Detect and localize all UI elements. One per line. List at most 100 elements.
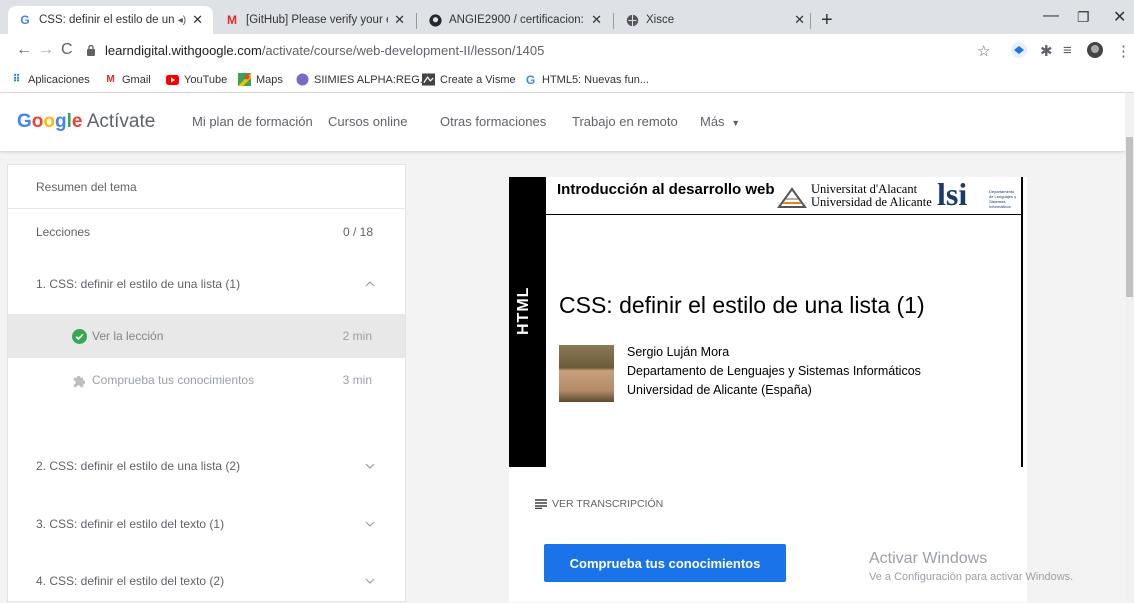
minimize-icon[interactable]: — [1043, 7, 1059, 25]
tab-active[interactable]: G CSS: definir el estilo de una l ◂) ✕ [8, 6, 213, 34]
lock-icon[interactable] [86, 44, 96, 56]
lesson-card: HTML Introducción al desarrollo web Univ… [509, 177, 1027, 602]
topic-summary-label: Resumen del tema [36, 179, 137, 194]
puzzle-extensions-icon[interactable]: ✱ [1040, 42, 1053, 60]
bookmarks-bar: ⠿ Aplicaciones M Gmail YouTube Maps SIIM… [0, 68, 1134, 93]
subitem-label: Ver la lección [92, 329, 164, 343]
module-2[interactable]: 2. CSS: definir el estilo de una lista (… [8, 444, 405, 488]
tab-separator [416, 13, 417, 29]
tab-xisce[interactable]: Xisce ✕ [615, 6, 815, 34]
toolbar: ← → C learndigital.withgoogle.com/activa… [0, 34, 1134, 68]
module-title: 3. CSS: definir el estilo del texto (1) [36, 517, 225, 531]
close-tab-icon[interactable]: ✕ [394, 12, 405, 28]
bookmark-label: Maps [256, 73, 283, 86]
chevron-down-icon[interactable] [365, 463, 375, 469]
slide-header: Introducción al desarrollo web [557, 181, 775, 198]
module-title: 1. CSS: definir el estilo de una lista (… [36, 277, 241, 291]
close-tab-icon[interactable]: ✕ [794, 12, 805, 28]
transcript-toggle[interactable]: VER TRANSCRIPCIÓN [535, 498, 663, 510]
window-close-icon[interactable]: ✕ [1113, 7, 1126, 27]
reload-icon[interactable]: C [61, 41, 73, 59]
restore-icon[interactable]: ❐ [1077, 9, 1090, 26]
module-4[interactable]: 4. CSS: definir el estilo del texto (2) [8, 559, 405, 603]
nav-mi-plan[interactable]: Mi plan de formación [192, 114, 313, 129]
topic-summary[interactable]: Resumen del tema [8, 165, 405, 209]
watermark-line1: Activar Windows [869, 550, 988, 567]
bookmark-label: SIIMIES ALPHA:REG... [314, 73, 429, 86]
close-tab-icon[interactable]: ✕ [192, 12, 203, 28]
tab-github-repo[interactable]: ANGIE2900 / certificacion: prime ✕ [418, 6, 612, 34]
address-bar[interactable]: learndigital.withgoogle.com/activate/cou… [105, 43, 544, 58]
back-icon[interactable]: ← [16, 41, 32, 59]
media-control-icon[interactable]: ≡ [1063, 42, 1072, 59]
tab-separator [810, 13, 811, 29]
menu-kebab-icon[interactable]: ⋮ [1116, 42, 1131, 60]
profile-avatar-icon[interactable] [1087, 42, 1103, 62]
browser-chrome: G CSS: definir el estilo de una l ◂) ✕ M… [0, 0, 1134, 93]
lsi-caption: Departamento de Lenguajes y Sistemas Inf… [989, 189, 1017, 209]
slide-title: CSS: definir el estilo de una lista (1) [559, 292, 925, 318]
forward-icon[interactable]: → [38, 41, 54, 59]
university-line2: Universidad de Alicante [811, 195, 932, 209]
chevron-down-icon[interactable] [365, 578, 375, 584]
bookmark-label: Create a Visme [440, 73, 516, 86]
slide-side-label: HTML [515, 286, 532, 335]
ua-logo-icon [777, 187, 807, 208]
chevron-down-icon[interactable] [365, 521, 375, 527]
nav-trabajo-remoto[interactable]: Trabajo en remoto [572, 114, 678, 129]
bookmark-siimies[interactable]: SIIMIES ALPHA:REG... [296, 73, 429, 86]
bookmark-label: YouTube [184, 73, 228, 86]
google-g-icon: G [525, 72, 536, 87]
module-title: 4. CSS: definir el estilo del texto (2) [36, 574, 225, 588]
lesson-main: HTML Introducción al desarrollo web Univ… [406, 164, 1134, 602]
tab-strip: G CSS: definir el estilo de una l ◂) ✕ M… [0, 0, 1134, 34]
bookmark-youtube[interactable]: YouTube [166, 73, 227, 86]
speaker-icon[interactable]: ◂) [178, 15, 186, 26]
logo-activate: Actívate [86, 111, 156, 132]
site-header: Google Actívate Mi plan de formación Cur… [0, 93, 1134, 151]
close-tab-icon[interactable]: ✕ [591, 12, 602, 28]
caret-down-icon: ▼ [731, 118, 741, 128]
transcript-label: VER TRANSCRIPCIÓN [552, 498, 664, 510]
logo-google: Google [17, 111, 83, 132]
check-knowledge-button[interactable]: Comprueba tus conocimientos [544, 544, 786, 582]
lessons-header: Lecciones 0 / 18 [8, 209, 405, 255]
author-dept: Departamento de Lenguajes y Sistemas Inf… [627, 364, 921, 378]
module-3[interactable]: 3. CSS: definir el estilo del texto (1) [8, 502, 405, 546]
check-circle-icon [72, 328, 87, 344]
tab-title: ANGIE2900 / certificacion: prime [449, 14, 585, 26]
tab-title: [GitHub] Please verify your email [246, 14, 388, 26]
bookmark-gmail[interactable]: M Gmail [104, 73, 151, 86]
bookmark-visme[interactable]: Create a Visme [422, 73, 516, 86]
scrollbar-thumb[interactable] [1126, 137, 1133, 297]
bookmark-label: HTML5: Nuevas fun... [542, 73, 649, 86]
bookmark-label: Gmail [122, 73, 151, 86]
chevron-up-icon[interactable] [365, 281, 375, 287]
bookmark-maps[interactable]: Maps [238, 73, 283, 86]
module-1[interactable]: 1. CSS: definir el estilo de una lista (… [8, 262, 405, 306]
tab-github-email[interactable]: M [GitHub] Please verify your email ✕ [215, 6, 415, 34]
nav-mas[interactable]: Más ▼ [700, 114, 740, 129]
author-uni: Universidad de Alicante (España) [627, 383, 812, 397]
slide-header-rule [546, 214, 1023, 215]
maps-icon [238, 73, 251, 86]
subitem-ver-leccion[interactable]: Ver la lección 2 min [8, 314, 405, 358]
gmail-icon: M [227, 13, 237, 27]
bookmark-aplicaciones[interactable]: ⠿ Aplicaciones [10, 73, 90, 86]
extension-icon[interactable] [1010, 42, 1028, 62]
youtube-icon [166, 73, 179, 86]
nav-otras-formaciones[interactable]: Otras formaciones [440, 114, 546, 129]
star-icon[interactable]: ☆ [977, 42, 990, 60]
tab-separator [613, 13, 614, 29]
subitem-comprueba[interactable]: Comprueba tus conocimientos 3 min [8, 358, 405, 402]
watermark-line2: Ve a Configuración para activar Windows. [869, 571, 1074, 583]
apps-grid-icon: ⠿ [12, 74, 21, 85]
github-icon [428, 13, 442, 27]
gmail-icon: M [106, 74, 115, 85]
lessons-label: Lecciones [36, 225, 91, 239]
nav-cursos-online[interactable]: Cursos online [328, 114, 408, 129]
bookmark-html5[interactable]: G HTML5: Nuevas fun... [524, 72, 649, 87]
new-tab-icon[interactable]: + [821, 9, 833, 32]
video-player[interactable]: HTML Introducción al desarrollo web Univ… [509, 177, 1027, 467]
google-activate-logo[interactable]: Google Actívate [17, 111, 155, 133]
